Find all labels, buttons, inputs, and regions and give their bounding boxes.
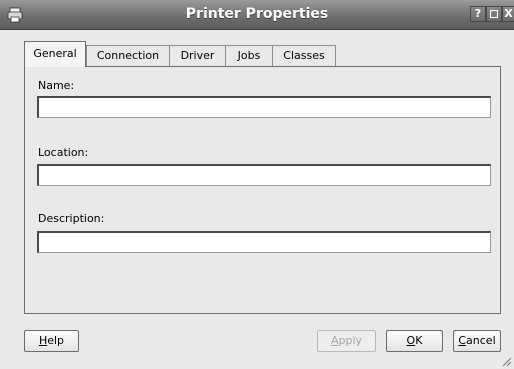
apply-button[interactable]: Apply: [317, 330, 376, 352]
tab-jobs[interactable]: Jobs: [225, 45, 273, 66]
help-mnemonic: H: [38, 334, 48, 347]
cancel-label: ancel: [466, 334, 496, 347]
description-label: Description:: [38, 212, 105, 225]
location-label: Location:: [38, 146, 89, 159]
tab-general[interactable]: General: [24, 41, 86, 67]
cancel-button[interactable]: Cancel: [453, 330, 501, 352]
tab-classes[interactable]: Classes: [272, 45, 336, 66]
printer-properties-dialog: Printer Properties ? X General Connectio…: [0, 0, 514, 369]
ok-mnemonic: O: [406, 334, 416, 347]
apply-label: pply: [338, 334, 363, 347]
tab-driver[interactable]: Driver: [169, 45, 226, 66]
title-bar[interactable]: Printer Properties ? X: [0, 0, 514, 30]
maximize-icon: [490, 10, 498, 18]
context-help-button[interactable]: ?: [470, 6, 486, 22]
location-field[interactable]: [37, 164, 491, 186]
name-field[interactable]: [37, 96, 491, 118]
window-title: Printer Properties: [185, 6, 329, 22]
help-button[interactable]: Help: [24, 330, 79, 352]
help-label: elp: [47, 334, 65, 347]
ok-label: K: [415, 334, 423, 347]
ok-button[interactable]: OK: [386, 330, 443, 352]
maximize-button[interactable]: [486, 6, 502, 22]
apply-mnemonic: A: [330, 334, 339, 347]
resize-grip-icon[interactable]: [501, 356, 512, 367]
close-button[interactable]: X: [502, 6, 514, 22]
cancel-mnemonic: C: [458, 334, 467, 347]
tab-connection[interactable]: Connection: [86, 45, 170, 66]
description-field[interactable]: [37, 231, 491, 253]
name-label: Name:: [38, 79, 75, 92]
